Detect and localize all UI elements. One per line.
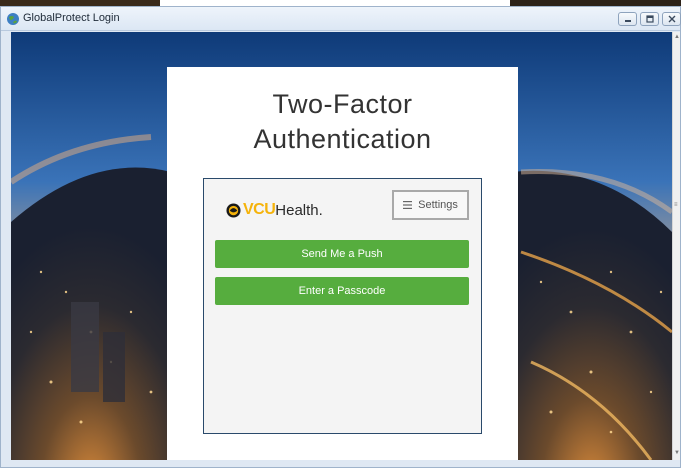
scroll-up-icon[interactable]: ▲	[674, 34, 680, 40]
vertical-scrollbar[interactable]: ▲ ≡ ▼	[672, 32, 680, 460]
logo-health-text: Health.	[275, 201, 323, 219]
minimize-icon	[625, 20, 631, 22]
send-push-label: Send Me a Push	[301, 248, 383, 260]
logo-vcu-text: VCU	[243, 201, 276, 218]
maximize-button[interactable]	[640, 12, 659, 26]
settings-button[interactable]: Settings	[392, 190, 469, 220]
menu-icon	[403, 201, 413, 209]
enter-passcode-label: Enter a Passcode	[298, 285, 386, 297]
duo-prompt-frame: VCU Health. Settings Send Me a Push Ente…	[203, 178, 482, 434]
close-icon	[668, 15, 676, 23]
title-bar[interactable]: GlobalProtect Login	[1, 7, 681, 31]
maximize-icon	[646, 15, 654, 23]
page-title: Two-Factor Authentication	[167, 87, 518, 157]
minimize-button[interactable]	[618, 12, 637, 26]
enter-passcode-button[interactable]: Enter a Passcode	[215, 277, 469, 305]
ram-emblem-icon	[226, 202, 241, 218]
login-card: Two-Factor Authentication VCU Health. Se…	[167, 67, 518, 460]
globe-icon	[6, 12, 20, 26]
globalprotect-login-window: GlobalProtect Login Two-Factor Authentic…	[0, 6, 681, 468]
scroll-down-icon[interactable]: ▼	[674, 450, 680, 456]
close-button[interactable]	[662, 12, 681, 26]
vcu-health-logo: VCU Health.	[226, 200, 323, 220]
send-push-button[interactable]: Send Me a Push	[215, 240, 469, 268]
settings-label: Settings	[418, 199, 458, 211]
page-title-line-1: Two-Factor	[272, 89, 413, 119]
window-title: GlobalProtect Login	[23, 12, 120, 24]
login-webview: Two-Factor Authentication VCU Health. Se…	[11, 32, 672, 460]
scroll-thumb-grip-icon[interactable]: ≡	[674, 202, 678, 208]
page-title-line-2: Authentication	[253, 124, 432, 154]
